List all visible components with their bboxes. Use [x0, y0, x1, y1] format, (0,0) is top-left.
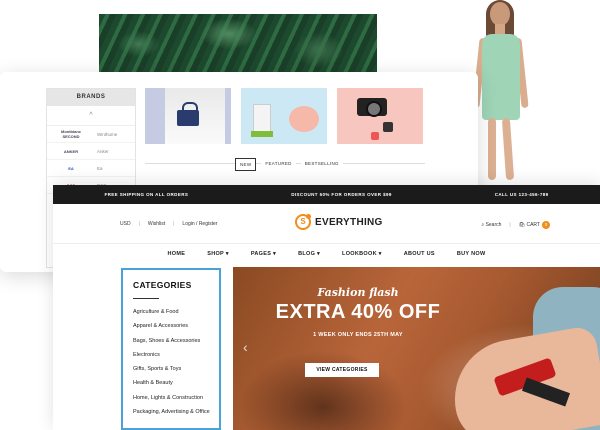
brand-logo: Montblanc SECOND — [61, 129, 81, 139]
product-tabs: NEW FEATURED BESTSELLING — [235, 158, 343, 171]
tab-new[interactable]: NEW — [235, 158, 257, 171]
search-icon: ⌕ — [481, 222, 485, 228]
main-screenshot-card: FREE SHIPPING ON ALL ORDERS DISCOUNT 50%… — [53, 185, 600, 430]
currency-selector[interactable]: USD — [120, 221, 131, 227]
login-link[interactable]: Login / Register — [182, 221, 217, 227]
logo-text: EVERYTHING — [315, 216, 383, 228]
nav-buy-now[interactable]: BUY NOW — [457, 251, 486, 257]
separator: | — [138, 221, 140, 227]
product-thumb-camera[interactable] — [337, 88, 423, 144]
main-nav: HOME SHOP ▾ PAGES ▾ BLOG ▾ LOOKBOOK ▾ AB… — [53, 244, 600, 263]
topbar-shipping: FREE SHIPPING ON ALL ORDERS — [104, 192, 189, 197]
category-item[interactable]: Agriculture & Food — [133, 305, 209, 319]
separator: | — [173, 221, 175, 227]
brand-item[interactable]: EA Ea — [47, 160, 135, 177]
search-label: Search — [485, 222, 502, 228]
site-header: USD | Wishlist | Login / Register S EVER… — [53, 204, 600, 244]
promo-collage: BRANDS ^ Montblanc SECOND Winthume ANKER… — [0, 0, 600, 430]
search-link[interactable]: ⌕ Search — [481, 222, 501, 228]
cart-count-badge: 0 — [542, 221, 550, 229]
tab-bestselling[interactable]: BESTSELLING — [300, 158, 343, 171]
brands-title: BRANDS — [47, 89, 135, 106]
site-logo[interactable]: S EVERYTHING — [295, 214, 383, 230]
header-right: ⌕ Search | 🛍 CART 0 — [481, 221, 550, 229]
leaf-photo — [99, 14, 377, 72]
view-categories-button[interactable]: VIEW CATEGORIES — [305, 363, 379, 377]
brand-logo: EA — [68, 165, 74, 171]
brand-name: Anker — [97, 148, 109, 154]
topbar-phone: CALL US 123-456-789 — [494, 192, 549, 197]
brand-logo: ANKER — [63, 148, 79, 154]
cart-icon: 🛍 — [518, 222, 526, 228]
banner-script-title: Fashion flash — [317, 286, 399, 299]
nav-shop[interactable]: SHOP ▾ — [207, 251, 229, 257]
category-item[interactable]: Health & Beauty — [133, 376, 209, 390]
wishlist-link[interactable]: Wishlist — [148, 221, 165, 227]
category-item[interactable]: Bags, Shoes & Accessories — [133, 334, 209, 348]
category-item[interactable]: Apparel & Accessories — [133, 319, 209, 333]
nav-about[interactable]: ABOUT US — [404, 251, 435, 257]
product-thumb-handbag[interactable] — [145, 88, 231, 144]
brand-name: Ea — [97, 165, 103, 171]
nav-pages[interactable]: PAGES ▾ — [251, 251, 276, 257]
category-item[interactable]: Electronics — [133, 348, 209, 362]
product-thumb-toys[interactable] — [241, 88, 327, 144]
tab-featured[interactable]: FEATURED — [261, 158, 296, 171]
categories-panel: CATEGORIES Agriculture & Food Apparel & … — [121, 268, 221, 430]
hero-banner: ‹ Fashion flash EXTRA 40% OFF 1 WEEK ONL… — [233, 267, 600, 430]
category-item[interactable]: Gifts, Sports & Toys — [133, 362, 209, 376]
fashion-model-image — [470, 0, 530, 190]
logo-mark-icon: S — [295, 214, 311, 230]
separator: | — [509, 222, 511, 228]
cart-label: CART — [526, 222, 540, 228]
brand-name: Winthume — [97, 131, 118, 137]
nav-lookbook[interactable]: LOOKBOOK ▾ — [342, 251, 382, 257]
categories-divider — [133, 298, 159, 299]
brands-scroll-up-icon[interactable]: ^ — [47, 106, 135, 126]
banner-subtitle: 1 WEEK ONLY ENDS 25TH MAY — [313, 332, 403, 338]
categories-title: CATEGORIES — [133, 280, 192, 290]
topbar-discount: DISCOUNT 50% FOR ORDERS OVER $99 — [291, 192, 392, 197]
banner-headline: EXTRA 40% OFF — [275, 301, 441, 323]
brand-item[interactable]: Montblanc SECOND Winthume — [47, 126, 135, 143]
cart-link[interactable]: 🛍 CART 0 — [519, 221, 550, 229]
category-item[interactable]: Home, Lights & Construction — [133, 391, 209, 405]
brand-item[interactable]: ANKER Anker — [47, 143, 135, 160]
nav-blog[interactable]: BLOG ▾ — [298, 251, 320, 257]
category-item[interactable]: Packaging, Advertising & Office — [133, 405, 210, 419]
nav-home[interactable]: HOME — [168, 251, 186, 257]
banner-prev-arrow-icon[interactable]: ‹ — [243, 339, 248, 355]
promo-topbar: FREE SHIPPING ON ALL ORDERS DISCOUNT 50%… — [53, 185, 600, 204]
header-left: USD | Wishlist | Login / Register — [120, 221, 217, 227]
